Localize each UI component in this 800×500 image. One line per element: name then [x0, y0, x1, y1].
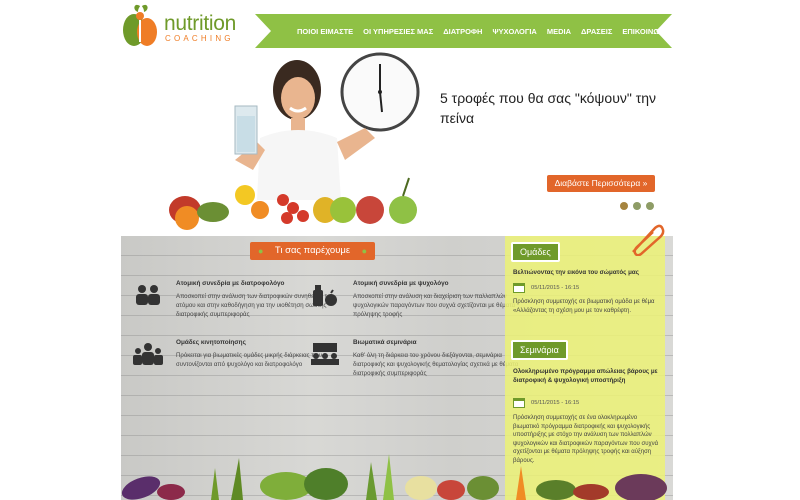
- seminars-heading: Σεμινάρια: [511, 340, 568, 360]
- logo-tagline: COACHING: [165, 34, 234, 43]
- two-people-icon: [136, 285, 160, 305]
- nav-item-psychology[interactable]: ΨΥΧΟΛΟΓΙΑ: [492, 27, 536, 36]
- service-item-seminars[interactable]: Βιωματικά σεμινάρια Καθ' όλη τη διάρκεια…: [311, 338, 523, 378]
- nav-item-services[interactable]: ΟΙ ΥΠΗΡΕΣΙΕΣ ΜΑΣ: [363, 27, 433, 36]
- slider-dot-1[interactable]: [620, 202, 628, 210]
- service-item-psychologist[interactable]: Ατομική συνεδρία με ψυχολόγο Αποσκοπεί σ…: [313, 279, 523, 319]
- service-title: Ατομική συνεδρία με ψυχολόγο: [353, 280, 449, 287]
- hero-title[interactable]: 5 τροφές που θα σας "κόψουν" την πείνα: [440, 88, 680, 128]
- seminar-icon: [311, 343, 339, 365]
- bottle-apple-icon: [313, 285, 337, 306]
- main-nav: ΠΟΙΟΙ ΕΙΜΑΣΤΕ ΟΙ ΥΠΗΡΕΣΙΕΣ ΜΑΣ ΔΙΑΤΡΟΦΗ …: [255, 14, 672, 48]
- calendar-icon: [513, 283, 525, 293]
- nav-item-contact[interactable]: ΕΠΙΚΟΙΝΩΝΙΑ: [622, 27, 672, 36]
- vegetables-decoration: [121, 454, 667, 500]
- seminars-post-title[interactable]: Ολοκληρωμένο πρόγραμμα απώλειας βάρους μ…: [513, 367, 661, 385]
- nav-item-media[interactable]: MEDIA: [547, 27, 571, 36]
- services-heading: Τι σας παρέχουμε: [250, 242, 375, 260]
- logo-wordmark: nutrition: [164, 12, 237, 35]
- groups-post-text: Πρόσκληση συμμετοχής σε βιωματική ομάδα …: [513, 299, 655, 314]
- nav-item-about[interactable]: ΠΟΙΟΙ ΕΙΜΑΣΤΕ: [297, 27, 353, 36]
- read-more-button[interactable]: Διαβάστε Περισσότερα »: [547, 175, 655, 192]
- slider-dots: [620, 202, 659, 210]
- paperclip-icon: [632, 224, 665, 256]
- nav-item-nutrition[interactable]: ΔΙΑΤΡΟΦΗ: [443, 27, 482, 36]
- nav-item-actions[interactable]: ΔΡΑΣΕΙΣ: [581, 27, 612, 36]
- groups-heading: Ομάδες: [511, 242, 560, 262]
- groups-post-title[interactable]: Βελτιώνοντας την εικόνα του σώματός μας: [513, 268, 661, 277]
- logo-icon: [123, 4, 157, 46]
- hero-image: [165, 50, 435, 234]
- slider-dot-3[interactable]: [646, 202, 654, 210]
- groups-post-date: 05/11/2015 - 16:15: [531, 285, 580, 291]
- seminars-post-date: 05/11/2015 - 16:15: [531, 400, 580, 406]
- slider-dot-2[interactable]: [633, 202, 641, 210]
- group-icon: [133, 343, 163, 365]
- service-text: Αποσκοπεί στην ανάλυση και διαχείριση τω…: [353, 293, 516, 318]
- service-title: Βιωματικά σεμινάρια: [353, 339, 417, 346]
- logo[interactable]: nutrition COACHING: [120, 0, 250, 50]
- service-text: Καθ' όλη τη διάρκεια του χρόνου διεξάγον…: [353, 352, 519, 377]
- calendar-icon: [513, 398, 525, 408]
